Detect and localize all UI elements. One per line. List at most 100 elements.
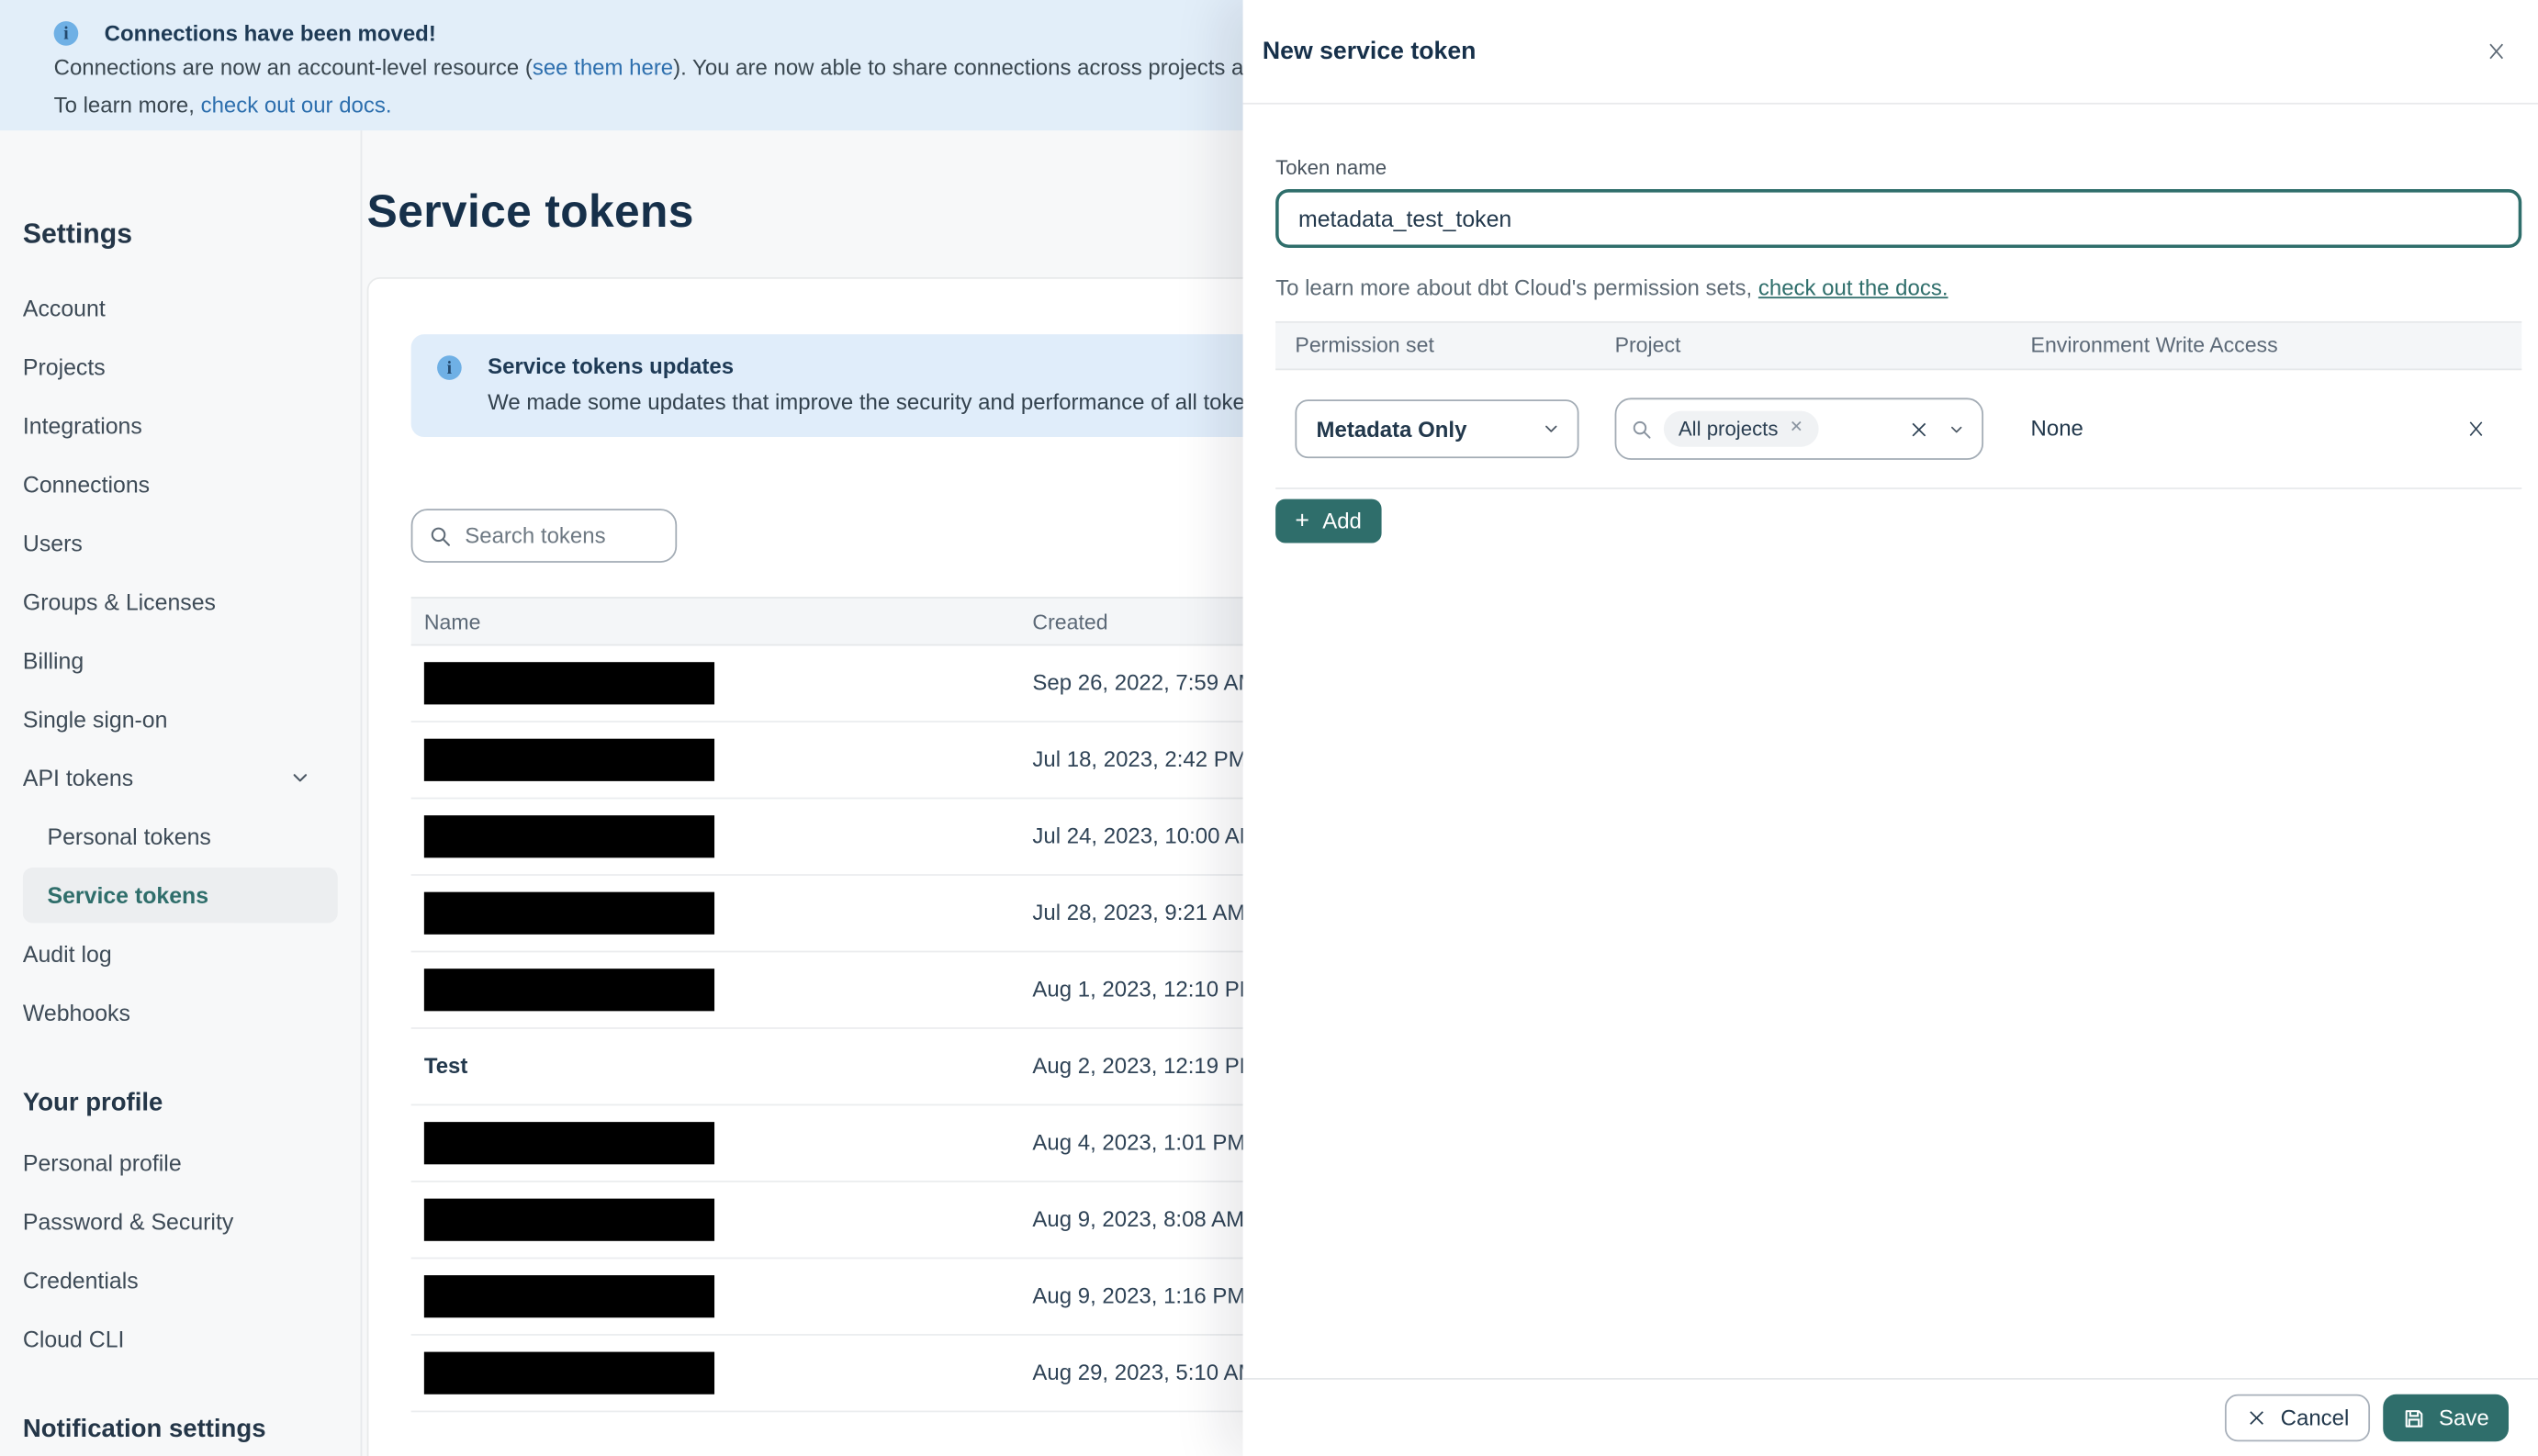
sidebar-item-webhooks[interactable]: Webhooks (23, 983, 338, 1042)
token-name-label: Token name (1275, 156, 1387, 180)
panel-title: New service token (1262, 37, 1477, 66)
search-icon (429, 524, 452, 547)
sidebar-item-credentials[interactable]: Credentials (23, 1250, 338, 1309)
token-name-text: Test (423, 1053, 468, 1079)
token-name-cell (411, 662, 1033, 705)
sidebar-item-api-tokens[interactable]: API tokens (23, 748, 338, 807)
app-root: i Connections have been moved! Connectio… (0, 0, 2538, 1456)
sidebar-item-label: Cloud CLI (22, 1326, 125, 1352)
add-permission-button[interactable]: + Add (1275, 498, 1382, 543)
sidebar-item-label: Groups & Licenses (22, 588, 217, 615)
permission-set-select[interactable]: Metadata Only (1295, 399, 1579, 459)
plus-icon: + (1295, 507, 1309, 535)
token-name-input[interactable] (1275, 189, 2522, 249)
token-name-cell (411, 815, 1033, 858)
sidebar-item-personal-profile[interactable]: Personal profile (23, 1134, 338, 1193)
cancel-button-label: Cancel (2280, 1406, 2350, 1430)
save-button[interactable]: Save (2383, 1394, 2510, 1442)
permission-set-value: Metadata Only (1316, 416, 1467, 442)
close-icon (2246, 1407, 2267, 1428)
redacted-token-name (423, 1122, 715, 1165)
sidebar-item-password-security[interactable]: Password & Security (23, 1193, 338, 1251)
sidebar-item-label: Billing (22, 647, 84, 674)
sidebar-item-label: Notification settings (22, 1415, 266, 1444)
search-tokens-input[interactable] (465, 523, 645, 548)
sidebar-item-billing[interactable]: Billing (23, 631, 338, 689)
sidebar-item-label: Password & Security (22, 1208, 234, 1235)
sidebar-item-label: Account (22, 295, 106, 321)
sidebar-item-label: Users (22, 530, 83, 556)
panel-header: New service token (1242, 0, 2538, 105)
sidebar-item-connections[interactable]: Connections (23, 455, 338, 514)
token-name-cell (411, 738, 1033, 781)
redacted-token-name (423, 1275, 715, 1318)
token-name-cell (411, 1275, 1033, 1318)
see-them-here-link[interactable]: see them here (533, 55, 673, 80)
chevron-down-icon (1542, 420, 1561, 439)
sidebar-item-label: Personal profile (22, 1149, 182, 1176)
column-header-permission-set: Permission set (1295, 332, 1434, 358)
sidebar-item-label: Service tokens (47, 882, 209, 909)
sidebar-item-label: Single sign-on (22, 706, 168, 733)
remove-row-icon[interactable] (2462, 414, 2491, 443)
token-name-cell (411, 969, 1033, 1012)
check-out-the-docs-link[interactable]: check out the docs. (1758, 275, 1948, 300)
notice-body: We made some updates that improve the se… (488, 389, 1348, 415)
sidebar-item-service-tokens[interactable]: Service tokens (22, 868, 338, 924)
new-service-token-panel: New service token Token name To learn mo… (1242, 0, 2538, 1456)
sidebar-item-label: Your profile (22, 1089, 163, 1117)
sidebar-item-projects[interactable]: Projects (23, 338, 338, 397)
sidebar-item-groups-licenses[interactable]: Groups & Licenses (23, 572, 338, 631)
project-multiselect[interactable]: All projects ✕ (1614, 398, 1984, 460)
chip-remove-icon[interactable]: ✕ (1790, 420, 1803, 437)
redacted-token-name (423, 891, 715, 935)
notice-title: Service tokens updates (488, 353, 735, 379)
search-icon (1631, 419, 1652, 440)
token-name-cell (411, 1351, 1033, 1394)
banner-more-text: To learn more, (53, 93, 201, 118)
sidebar-item-audit-log[interactable]: Audit log (23, 924, 338, 983)
close-icon[interactable] (2481, 36, 2512, 67)
cancel-button[interactable]: Cancel (2225, 1394, 2371, 1442)
sidebar-section-your-profile: Your profile (23, 1075, 338, 1134)
sidebar-item-personal-tokens[interactable]: Personal tokens (23, 807, 338, 866)
token-name-cell (411, 1198, 1033, 1241)
sidebar-nav-list: Account Projects Integrations Connections Us… (22, 279, 338, 1456)
sidebar-item-label: Integrations (22, 412, 142, 439)
project-chip: All projects ✕ (1663, 410, 1818, 447)
info-icon: i (437, 355, 462, 380)
sidebar-item-label: Personal tokens (47, 823, 211, 850)
sidebar-item-account[interactable]: Account (23, 279, 338, 338)
banner-body-text: Connections are now an account-level res… (53, 55, 533, 81)
column-header-name: Name (423, 609, 481, 634)
sidebar-item-integrations[interactable]: Integrations (23, 397, 338, 455)
environment-write-access-value: None (2030, 415, 2083, 441)
sidebar-item-cloud-cli[interactable]: Cloud CLI (23, 1309, 338, 1368)
column-header-environment-write-access: Environment Write Access (2030, 332, 2278, 358)
info-icon: i (53, 21, 79, 46)
clear-selection-icon[interactable] (1908, 419, 1929, 440)
sidebar-item-label: Connections (22, 471, 151, 498)
permission-row: Metadata Only All projects ✕ None (1275, 370, 2522, 489)
redacted-token-name (423, 738, 715, 781)
check-out-our-docs-link[interactable]: check out our docs. (201, 93, 392, 118)
permissions-table-header: Permission set Project Environment Write… (1275, 320, 2522, 371)
save-icon (2403, 1406, 2426, 1429)
redacted-token-name (423, 662, 715, 705)
sidebar-item-users[interactable]: Users (23, 514, 338, 573)
sidebar-item-single-sign-on[interactable]: Single sign-on (23, 689, 338, 748)
sidebar-item-label: Projects (22, 353, 106, 380)
chevron-down-icon (288, 767, 311, 790)
sidebar-item-label: API tokens (22, 765, 134, 791)
save-button-label: Save (2439, 1406, 2489, 1430)
token-name-cell: Test (411, 1052, 1033, 1081)
chevron-down-icon[interactable] (1948, 420, 1966, 438)
docs-line-text: To learn more about dbt Cloud's permissi… (1275, 275, 1758, 300)
project-chip-label: All projects (1678, 417, 1779, 441)
search-tokens-box (410, 509, 678, 563)
token-name-cell (411, 1122, 1033, 1165)
column-header-project: Project (1614, 332, 1681, 358)
sidebar-item-label: Credentials (22, 1267, 139, 1294)
sidebar-title: Settings (22, 218, 132, 250)
redacted-token-name (423, 815, 715, 858)
